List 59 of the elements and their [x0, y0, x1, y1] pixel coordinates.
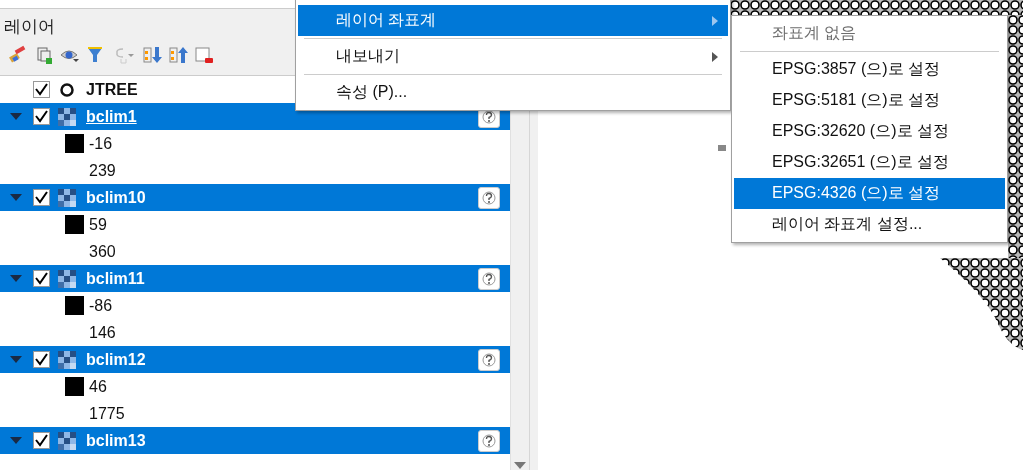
- unknown-crs-icon[interactable]: [478, 267, 500, 290]
- menu-item[interactable]: EPSG:5181 (으)로 설정: [734, 85, 1005, 116]
- raster-layer-icon: [58, 269, 76, 288]
- legend-label: -86: [89, 296, 113, 315]
- layer-row[interactable]: bclim13: [0, 427, 510, 454]
- legend-label: 360: [89, 242, 116, 261]
- layer-name: JTREE: [86, 80, 138, 99]
- expand-arrow-icon[interactable]: [10, 355, 22, 364]
- menu-item[interactable]: EPSG:4326 (으)로 설정: [734, 178, 1005, 209]
- raster-layer-icon: [58, 107, 76, 126]
- menu-item[interactable]: EPSG:3857 (으)로 설정: [734, 54, 1005, 85]
- raster-layer-icon: [58, 431, 76, 450]
- layer-name: bclim11: [86, 269, 145, 288]
- expand-arrow-icon[interactable]: [10, 193, 22, 202]
- scroll-down-icon: [514, 462, 526, 470]
- layer-row[interactable]: bclim11: [0, 265, 510, 292]
- menu-item[interactable]: 내보내기: [298, 41, 728, 72]
- menu-item[interactable]: EPSG:32620 (으)로 설정: [734, 116, 1005, 147]
- legend-label: -16: [89, 134, 113, 153]
- layer-checkbox[interactable]: [33, 432, 50, 449]
- legend-label: 146: [89, 323, 116, 342]
- layer-checkbox[interactable]: [33, 270, 50, 287]
- layer-row[interactable]: bclim12: [0, 346, 510, 373]
- color-swatch: [65, 215, 84, 234]
- menu-item[interactable]: EPSG:32651 (으)로 설정: [734, 147, 1005, 178]
- color-swatch: [65, 134, 84, 153]
- map-point: [718, 145, 726, 151]
- legend-label: 1775: [89, 404, 125, 423]
- color-swatch: [65, 296, 84, 315]
- layer-name: bclim12: [86, 350, 146, 369]
- raster-layer-icon: [58, 350, 76, 369]
- remove-layer-icon[interactable]: [194, 45, 214, 65]
- legend-label: 46: [89, 377, 107, 396]
- layer-name: bclim10: [86, 188, 146, 207]
- menu-item[interactable]: 레이어 좌표계 설정...: [734, 209, 1005, 240]
- layer-name: bclim1: [86, 107, 137, 126]
- expand-arrow-icon[interactable]: [10, 436, 22, 445]
- layer-name: bclim13: [86, 431, 146, 450]
- legend-label: 59: [89, 215, 107, 234]
- color-swatch: [65, 377, 84, 396]
- layer-checkbox[interactable]: [33, 81, 50, 98]
- style-brush-icon[interactable]: [8, 45, 28, 65]
- layer-checkbox[interactable]: [33, 108, 50, 125]
- panel-title: 레이어: [4, 16, 55, 35]
- expand-arrow-icon[interactable]: [10, 274, 22, 283]
- collapse-all-icon[interactable]: [168, 45, 188, 65]
- raster-layer-icon: [58, 188, 76, 207]
- layer-row[interactable]: bclim10: [0, 184, 510, 211]
- unknown-crs-icon[interactable]: [478, 186, 500, 209]
- expand-all-icon[interactable]: [142, 45, 162, 65]
- point-layer-icon: [58, 80, 76, 99]
- unknown-crs-icon[interactable]: [478, 348, 500, 371]
- unknown-crs-icon[interactable]: [478, 429, 500, 452]
- legend-label: 239: [89, 161, 116, 180]
- expand-arrow-icon[interactable]: [10, 112, 22, 121]
- add-group-icon[interactable]: [34, 45, 54, 65]
- layer-checkbox[interactable]: [33, 189, 50, 206]
- menu-item[interactable]: 레이어 좌표계: [298, 5, 728, 36]
- layer-checkbox[interactable]: [33, 351, 50, 368]
